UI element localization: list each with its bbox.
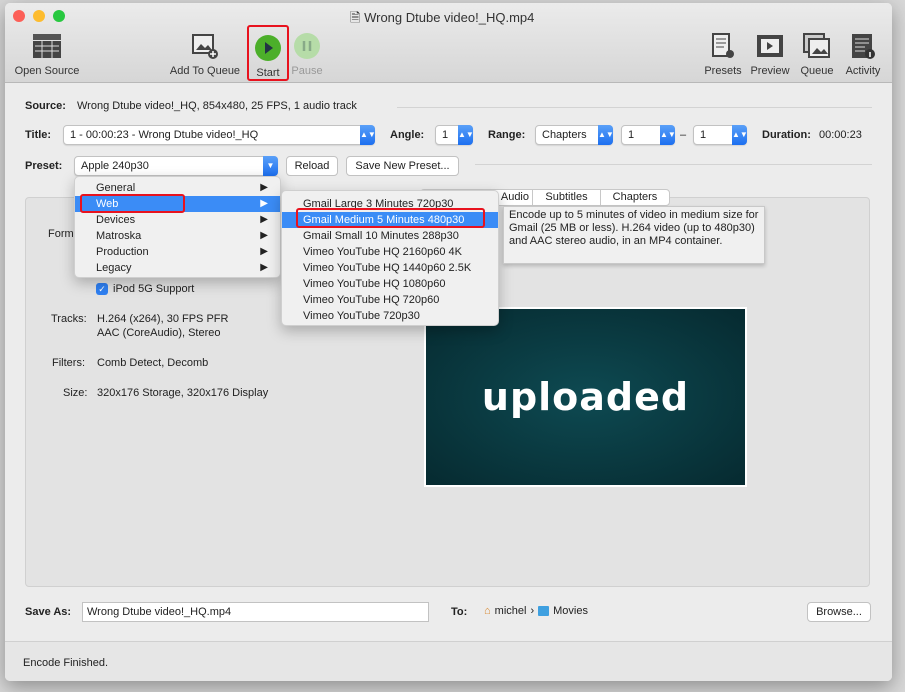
- preview-icon: [754, 31, 786, 61]
- chevron-down-icon: ▼: [263, 156, 278, 176]
- title-label: Title:: [25, 129, 52, 141]
- destination-path[interactable]: ⌂ michel › Movies: [484, 605, 588, 617]
- highlight-box: [80, 194, 185, 213]
- menu-item-preset[interactable]: Gmail Small 10 Minutes 288p30: [282, 228, 498, 244]
- activity-log-icon: [847, 31, 879, 61]
- add-queue-icon: [189, 31, 221, 61]
- save-as-input[interactable]: Wrong Dtube video!_HQ.mp4: [82, 602, 429, 622]
- divider: [397, 107, 872, 108]
- stepper-chevron-icon: ▲▼: [732, 125, 748, 145]
- menu-item-preset[interactable]: Vimeo YouTube HQ 720p60: [282, 292, 498, 308]
- preset-select[interactable]: Apple 240p30 ▼: [74, 156, 278, 176]
- minimize-button[interactable]: [33, 10, 45, 22]
- tab-subtitles[interactable]: Subtitles: [533, 190, 601, 205]
- zoom-button[interactable]: [53, 10, 65, 22]
- highlight-box: [296, 208, 485, 228]
- status-text: Encode Finished.: [23, 657, 108, 669]
- stepper-chevron-icon: ▲▼: [598, 125, 614, 145]
- ipod-5g-checkbox[interactable]: ✓ iPod 5G Support: [96, 283, 194, 295]
- stepper-chevron-icon: ▲▼: [360, 125, 376, 145]
- range-start-select[interactable]: 1 ▲▼: [621, 125, 676, 145]
- add-to-queue-button[interactable]: Add To Queue: [165, 31, 245, 77]
- range-type-select[interactable]: Chapters ▲▼: [535, 125, 614, 145]
- presets-icon: [707, 31, 739, 61]
- menu-item-legacy[interactable]: Legacy ▶: [75, 260, 280, 276]
- stepper-chevron-icon: ▲▼: [458, 125, 474, 145]
- submenu-arrow-icon: ▶: [260, 214, 268, 225]
- activity-button[interactable]: Activity: [841, 31, 885, 77]
- divider: [475, 164, 872, 165]
- tracks-label: Tracks:: [51, 313, 87, 325]
- preset-tooltip: Encode up to 5 minutes of video in mediu…: [503, 206, 765, 264]
- range-separator: –: [680, 129, 687, 141]
- folder-icon: [538, 606, 550, 616]
- menu-item-devices[interactable]: Devices ▶: [75, 212, 280, 228]
- tab-chapters[interactable]: Chapters: [601, 190, 669, 205]
- duration-label: Duration:: [762, 129, 811, 141]
- play-icon: [252, 33, 284, 63]
- home-icon: ⌂: [484, 605, 491, 617]
- document-icon: 🗎: [350, 10, 361, 25]
- queue-icon: [801, 31, 833, 61]
- angle-label: Angle:: [390, 129, 425, 141]
- filters-label: Filters:: [52, 357, 85, 369]
- preview-button[interactable]: Preview: [748, 31, 792, 77]
- pause-icon: [291, 31, 323, 61]
- range-end-select[interactable]: 1 ▲▼: [693, 125, 748, 145]
- menu-item-matroska[interactable]: Matroska ▶: [75, 228, 280, 244]
- filters-value: Comb Detect, Decomb: [97, 357, 209, 369]
- menu-item-preset[interactable]: Vimeo YouTube HQ 1440p60 2.5K: [282, 260, 498, 276]
- preset-category-menu: General ▶ Web ▶ Devices ▶ Matroska ▶ Product…: [74, 176, 281, 278]
- submenu-arrow-icon: ▶: [260, 246, 268, 257]
- pause-button[interactable]: Pause: [289, 31, 325, 77]
- size-value: 320x176 Storage, 320x176 Display: [97, 387, 269, 399]
- size-label: Size:: [63, 387, 88, 399]
- preset-label: Preset:: [25, 160, 63, 172]
- range-label: Range:: [488, 129, 526, 141]
- window-title: 🗎 Wrong Dtube video!_HQ.mp4: [350, 10, 535, 25]
- stepper-chevron-icon: ▲▼: [660, 125, 676, 145]
- save-new-preset-button[interactable]: Save New Preset...: [346, 156, 459, 176]
- queue-button[interactable]: Queue: [797, 31, 837, 77]
- title-select[interactable]: 1 - 00:00:23 - Wrong Dtube video!_HQ ▲▼: [63, 125, 376, 145]
- status-bar: Encode Finished.: [5, 641, 892, 681]
- audio-track: AAC (CoreAudio), Stereo: [97, 327, 221, 339]
- menu-item-preset[interactable]: Vimeo YouTube HQ 1080p60: [282, 276, 498, 292]
- close-button[interactable]: [13, 10, 25, 22]
- submenu-arrow-icon: ▶: [260, 262, 268, 273]
- source-value: Wrong Dtube video!_HQ, 854x480, 25 FPS, …: [77, 100, 357, 112]
- source-label: Source:: [25, 100, 66, 112]
- open-source-button[interactable]: Open Source: [11, 31, 83, 77]
- to-label: To:: [451, 606, 468, 618]
- angle-select[interactable]: 1 ▲▼: [435, 125, 474, 145]
- duration-value: 00:00:23: [819, 129, 862, 141]
- menu-item-preset[interactable]: Vimeo YouTube HQ 2160p60 4K: [282, 244, 498, 260]
- handbrake-window: 🗎 Wrong Dtube video!_HQ.mp4 Open Source …: [5, 3, 892, 681]
- video-track: H.264 (x264), 30 FPS PFR: [97, 313, 229, 325]
- preview-image[interactable]: uploaded: [424, 307, 747, 487]
- menu-item-preset[interactable]: Vimeo YouTube 720p30: [282, 308, 498, 324]
- clapperboard-icon: [31, 31, 63, 61]
- start-button[interactable]: Start: [247, 25, 289, 81]
- presets-button[interactable]: Presets: [702, 31, 744, 77]
- checkbox-checked-icon: ✓: [96, 283, 108, 295]
- submenu-arrow-icon: ▶: [260, 182, 268, 193]
- toolbar: 🗎 Wrong Dtube video!_HQ.mp4 Open Source …: [5, 3, 892, 83]
- menu-item-production[interactable]: Production ▶: [75, 244, 280, 260]
- submenu-arrow-icon: ▶: [260, 230, 268, 241]
- submenu-arrow-icon: ▶: [260, 198, 268, 209]
- chevron-right-icon: ›: [530, 605, 535, 617]
- reload-button[interactable]: Reload: [286, 156, 338, 176]
- save-as-label: Save As:: [25, 606, 72, 618]
- browse-button[interactable]: Browse...: [807, 602, 871, 622]
